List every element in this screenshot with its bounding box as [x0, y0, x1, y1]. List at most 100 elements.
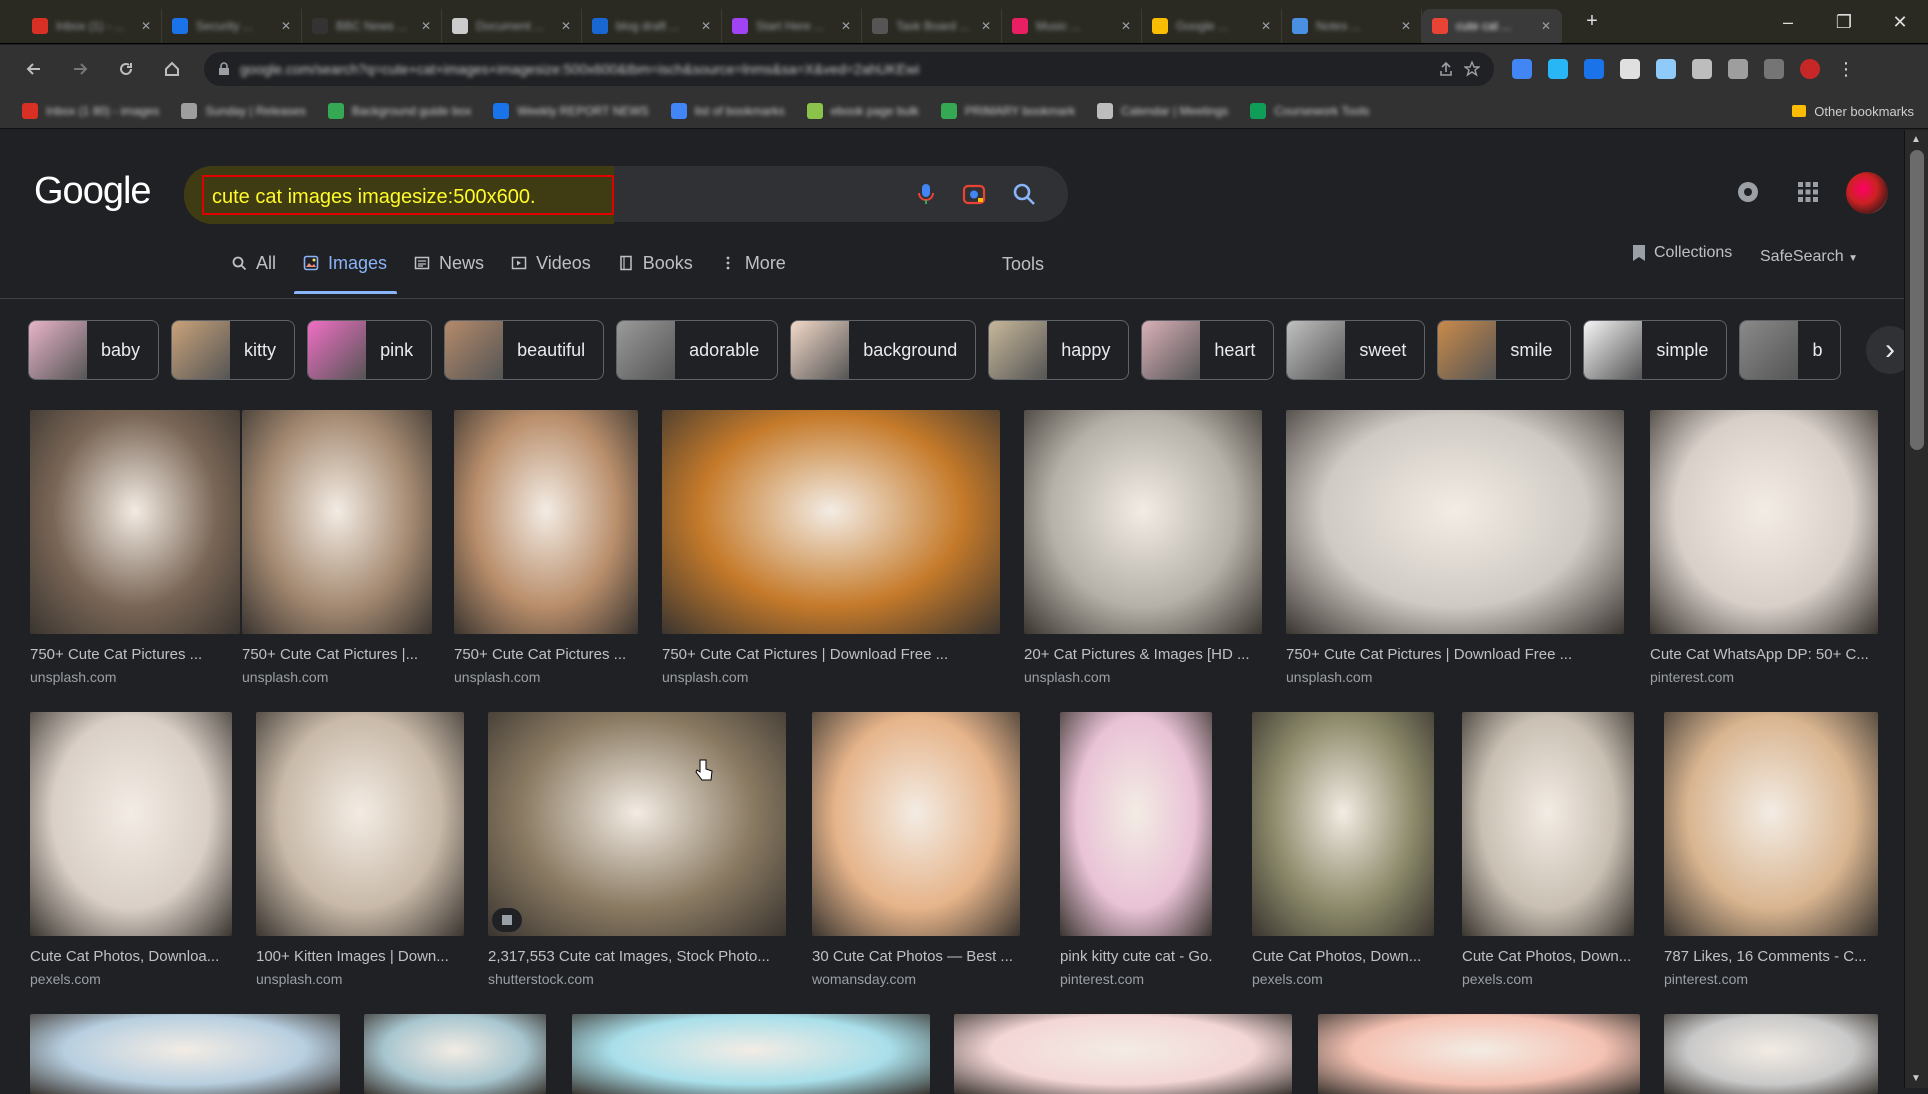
close-window-button[interactable]: ✕ [1872, 0, 1928, 44]
result-source[interactable]: pinterest.com [1664, 971, 1878, 987]
result-title[interactable]: 30 Cute Cat Photos — Best ... [812, 948, 1020, 965]
tab-more[interactable]: More [719, 242, 786, 284]
result-title[interactable]: 787 Likes, 16 Comments - C... [1664, 948, 1878, 965]
result-thumbnail[interactable] [662, 410, 1000, 634]
menu-dots-icon[interactable]: ⋮ [1836, 59, 1856, 79]
image-result[interactable]: Cute Cat Photos, Downloa... pexels.com [30, 712, 232, 987]
account-avatar[interactable] [1846, 172, 1888, 214]
tab-close-icon[interactable]: ✕ [561, 19, 571, 33]
result-title[interactable]: Cute Cat Photos, Down... [1462, 948, 1634, 965]
result-source[interactable]: unsplash.com [454, 669, 638, 685]
bookmark-item[interactable]: list of bookmarks [670, 102, 785, 119]
image-result[interactable]: 30 Cute Cat Photos — Best ... womansday.… [812, 712, 1020, 987]
result-source[interactable]: womansday.com [812, 971, 1020, 987]
image-result[interactable]: 750+ Cute Cat Pictures | Download Free .… [662, 410, 1000, 685]
result-source[interactable]: pexels.com [30, 971, 232, 987]
camera-lens-icon[interactable] [960, 180, 988, 208]
tab-close-icon[interactable]: ✕ [1541, 19, 1551, 33]
tab-close-icon[interactable]: ✕ [701, 19, 711, 33]
related-search-chip[interactable]: happy [988, 320, 1130, 380]
result-title[interactable]: Cute Cat Photos, Down... [1252, 948, 1434, 965]
result-thumbnail[interactable] [30, 1014, 340, 1094]
tab-close-icon[interactable]: ✕ [1121, 19, 1131, 33]
sidebar-icon[interactable] [1764, 59, 1784, 79]
result-title[interactable]: 750+ Cute Cat Pictures ... [30, 646, 240, 663]
image-result[interactable] [1664, 1014, 1878, 1094]
tab-videos[interactable]: Videos [510, 242, 591, 284]
result-source[interactable]: pexels.com [1462, 971, 1634, 987]
address-bar[interactable]: google.com/search?q=cute+cat+images+imag… [204, 52, 1494, 86]
bookmark-item[interactable]: ebook page bulk [806, 102, 919, 119]
result-title[interactable]: 100+ Kitten Images | Down... [256, 948, 464, 965]
image-result[interactable]: 20+ Cat Pictures & Images [HD ... unspla… [1024, 410, 1262, 685]
related-search-chip[interactable]: heart [1141, 320, 1275, 380]
related-search-chip[interactable]: b [1739, 320, 1842, 380]
safesearch-button[interactable]: SafeSearch ▼ [1760, 248, 1858, 266]
result-source[interactable]: pinterest.com [1060, 971, 1212, 987]
related-search-chip[interactable]: kitty [171, 320, 296, 380]
bookmark-item[interactable]: Calendar | Meetings [1097, 102, 1228, 119]
google-logo[interactable]: Google [34, 170, 152, 213]
result-source[interactable]: unsplash.com [1024, 669, 1262, 685]
extension-icon[interactable] [1620, 59, 1640, 79]
search-box[interactable]: cute cat images imagesize:500x600. [184, 166, 1068, 224]
collections-button[interactable]: Collections [1632, 244, 1732, 262]
bookmark-item[interactable]: Weekly REPORT NEWS [493, 102, 649, 119]
result-title[interactable]: Cute Cat WhatsApp DP: 50+ C... [1650, 646, 1878, 663]
image-result[interactable]: Cute Cat Photos, Down... pexels.com [1252, 712, 1434, 987]
browser-tab[interactable]: Document ... ✕ [442, 8, 582, 43]
result-source[interactable]: unsplash.com [662, 669, 1000, 685]
tab-close-icon[interactable]: ✕ [1401, 19, 1411, 33]
result-thumbnail[interactable] [1286, 410, 1624, 634]
tab-images[interactable]: Images [294, 242, 398, 294]
result-title[interactable]: 2,317,553 Cute cat Images, Stock Photo..… [488, 948, 786, 965]
result-title[interactable]: 750+ Cute Cat Pictures | Download Free .… [662, 646, 1000, 663]
profile-avatar[interactable] [1800, 59, 1820, 79]
result-title[interactable]: Cute Cat Photos, Downloa... [30, 948, 232, 965]
browser-tab[interactable]: cute cat ... ✕ [1422, 8, 1562, 43]
result-thumbnail[interactable] [1650, 410, 1878, 634]
image-result[interactable]: 2,317,553 Cute cat Images, Stock Photo..… [488, 712, 786, 987]
result-source[interactable]: shutterstock.com [488, 971, 786, 987]
image-result[interactable]: Cute Cat Photos, Down... pexels.com [1462, 712, 1634, 987]
back-button[interactable] [20, 55, 48, 83]
reload-button[interactable] [112, 55, 140, 83]
maximize-button[interactable]: ❐ [1816, 0, 1872, 44]
tab-close-icon[interactable]: ✕ [841, 19, 851, 33]
result-source[interactable]: pexels.com [1252, 971, 1434, 987]
bookmark-item[interactable]: Background guide box [327, 102, 471, 119]
image-result[interactable] [364, 1014, 546, 1094]
related-search-chip[interactable]: sweet [1286, 320, 1426, 380]
result-title[interactable]: 750+ Cute Cat Pictures |... [242, 646, 432, 663]
gear-icon[interactable] [1734, 178, 1762, 206]
page-scrollbar[interactable]: ▲ ▼ [1904, 130, 1928, 1088]
image-result[interactable] [572, 1014, 930, 1094]
related-search-chip[interactable]: baby [28, 320, 160, 380]
result-source[interactable]: pinterest.com [1650, 669, 1878, 685]
extension-icon[interactable] [1656, 59, 1676, 79]
result-source[interactable]: unsplash.com [1286, 669, 1624, 685]
scroll-up-arrow-icon[interactable]: ▲ [1911, 134, 1921, 145]
image-result[interactable]: 787 Likes, 16 Comments - C... pinterest.… [1664, 712, 1878, 987]
result-source[interactable]: unsplash.com [242, 669, 432, 685]
puzzle-icon[interactable] [1728, 59, 1748, 79]
bookmark-item[interactable]: Sunday | Releases [181, 102, 306, 119]
tab-close-icon[interactable]: ✕ [981, 19, 991, 33]
apps-grid-icon[interactable] [1794, 178, 1822, 206]
tools-button[interactable]: Tools [1002, 254, 1044, 275]
minimize-button[interactable]: – [1760, 0, 1816, 44]
related-search-chip[interactable]: background [790, 320, 977, 380]
extension-icon[interactable] [1512, 59, 1532, 79]
result-thumbnail[interactable] [1462, 712, 1634, 936]
search-icon[interactable] [1010, 180, 1038, 208]
browser-tab[interactable]: blog draft ... ✕ [582, 8, 722, 43]
image-result[interactable]: 750+ Cute Cat Pictures ... unsplash.com [30, 410, 240, 685]
image-result[interactable]: pink kitty cute cat - Go... pinterest.co… [1060, 712, 1212, 987]
result-thumbnail[interactable] [364, 1014, 546, 1094]
browser-tab[interactable]: Start Here ... ✕ [722, 8, 862, 43]
result-thumbnail[interactable] [1664, 712, 1878, 936]
result-thumbnail[interactable] [1318, 1014, 1640, 1094]
result-title[interactable]: 750+ Cute Cat Pictures | Download Free .… [1286, 646, 1624, 663]
result-thumbnail[interactable] [812, 712, 1020, 936]
result-thumbnail[interactable] [30, 712, 232, 936]
